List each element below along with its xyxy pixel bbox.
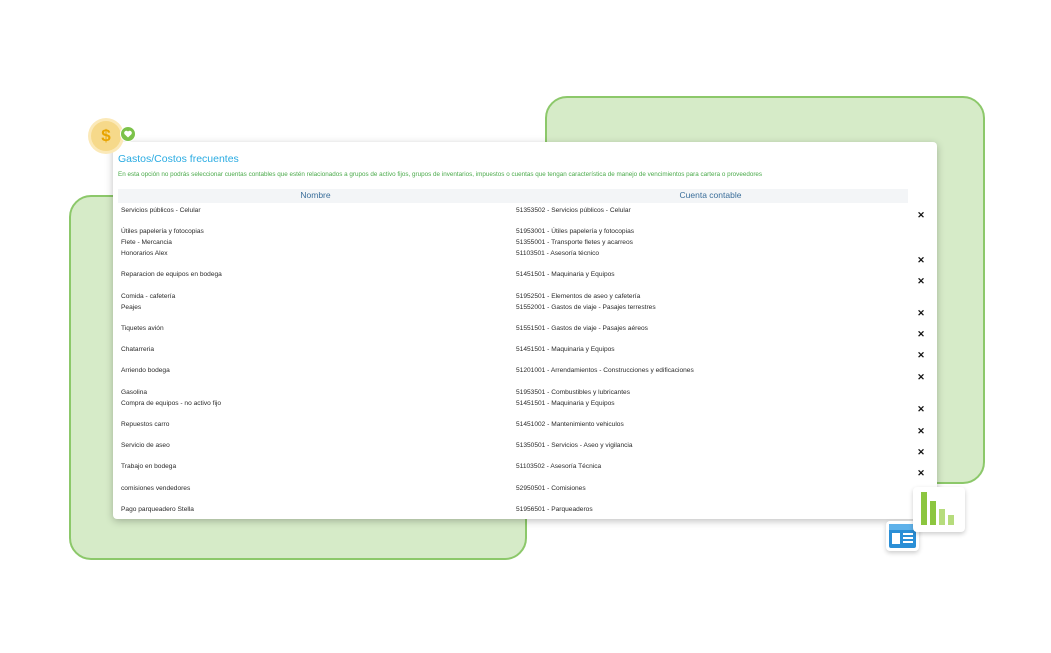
row-account: 51451501 - Maquinaria y Equipos (516, 400, 615, 407)
delete-row-icon[interactable]: ✕ (916, 210, 926, 220)
row-name: Reparacion de equipos en bodega (121, 271, 222, 278)
row-account: 51103501 - Asesoría técnico (516, 250, 600, 257)
row-name: Comida - cafetería (121, 293, 176, 300)
row-name: Trabajo en bodega (121, 463, 177, 470)
row-name: Útiles papelería y fotocopias (121, 228, 204, 235)
row-name: Compra de equipos - no activo fijo (121, 400, 222, 407)
row-name: Arriendo bodega (121, 367, 170, 374)
row-name: Flete - Mercancia (121, 239, 172, 246)
delete-row-icon[interactable]: ✕ (916, 447, 926, 457)
row-name: Honorarios Alex (121, 250, 168, 257)
row-name: Tiquetes avión (121, 325, 164, 332)
row-account: 51451501 - Maquinaria y Equipos (516, 271, 615, 278)
row-name: Gasolina (121, 389, 148, 396)
row-account: 51953501 - Combustibles y lubricantes (516, 389, 630, 396)
row-account: 51451002 - Mantenimiento vehiculos (516, 421, 624, 428)
delete-row-icon[interactable]: ✕ (916, 372, 926, 382)
row-account: 51952501 - Elementos de aseo y cafetería (516, 293, 641, 300)
delete-row-icon[interactable]: ✕ (916, 350, 926, 360)
delete-row-icon[interactable]: ✕ (916, 468, 926, 478)
row-account: 51956501 - Parqueaderos (516, 506, 593, 513)
row-account: 52950501 - Comisiones (516, 485, 586, 492)
heart-badge-icon (120, 126, 136, 142)
expenses-table-body: Servicios públicos - Celular 51353502 - S… (113, 142, 937, 519)
row-name: Servicios públicos - Celular (121, 207, 201, 214)
row-account: 51355001 - Transporte fletes y acarreos (516, 239, 633, 246)
dollar-coin-icon: $ (91, 121, 121, 151)
row-account: 51201001 - Arrendamientos - Construccion… (516, 367, 694, 374)
delete-row-icon[interactable]: ✕ (916, 404, 926, 414)
bar-chart-icon (913, 487, 965, 532)
row-name: Chatarreria (121, 346, 154, 353)
delete-row-icon[interactable]: ✕ (916, 255, 926, 265)
row-account: 51103502 - Asesoría Técnica (516, 463, 602, 470)
row-account: 51350501 - Servicios - Aseo y vigilancia (516, 442, 633, 449)
row-name: Peajes (121, 304, 142, 311)
row-account: 51953001 - Útiles papelería y fotocopias (516, 228, 635, 235)
row-account: 51451501 - Maquinaria y Equipos (516, 346, 615, 353)
row-name: Servicio de aseo (121, 442, 170, 449)
row-account: 51353502 - Servicios públicos - Celular (516, 207, 631, 214)
row-name: Repuestos carro (121, 421, 170, 428)
row-name: Pago parqueadero Stella (121, 506, 194, 513)
frequent-expenses-card: Gastos/Costos frecuentes En esta opción … (113, 142, 937, 519)
row-account: 51551501 - Gastos de viaje - Pasajes aér… (516, 325, 648, 332)
row-name: comisiones vendedores (121, 485, 191, 492)
delete-row-icon[interactable]: ✕ (916, 308, 926, 318)
delete-row-icon[interactable]: ✕ (916, 426, 926, 436)
row-account: 51552001 - Gastos de viaje - Pasajes ter… (516, 304, 656, 311)
delete-row-icon[interactable]: ✕ (916, 276, 926, 286)
delete-row-icon[interactable]: ✕ (916, 329, 926, 339)
